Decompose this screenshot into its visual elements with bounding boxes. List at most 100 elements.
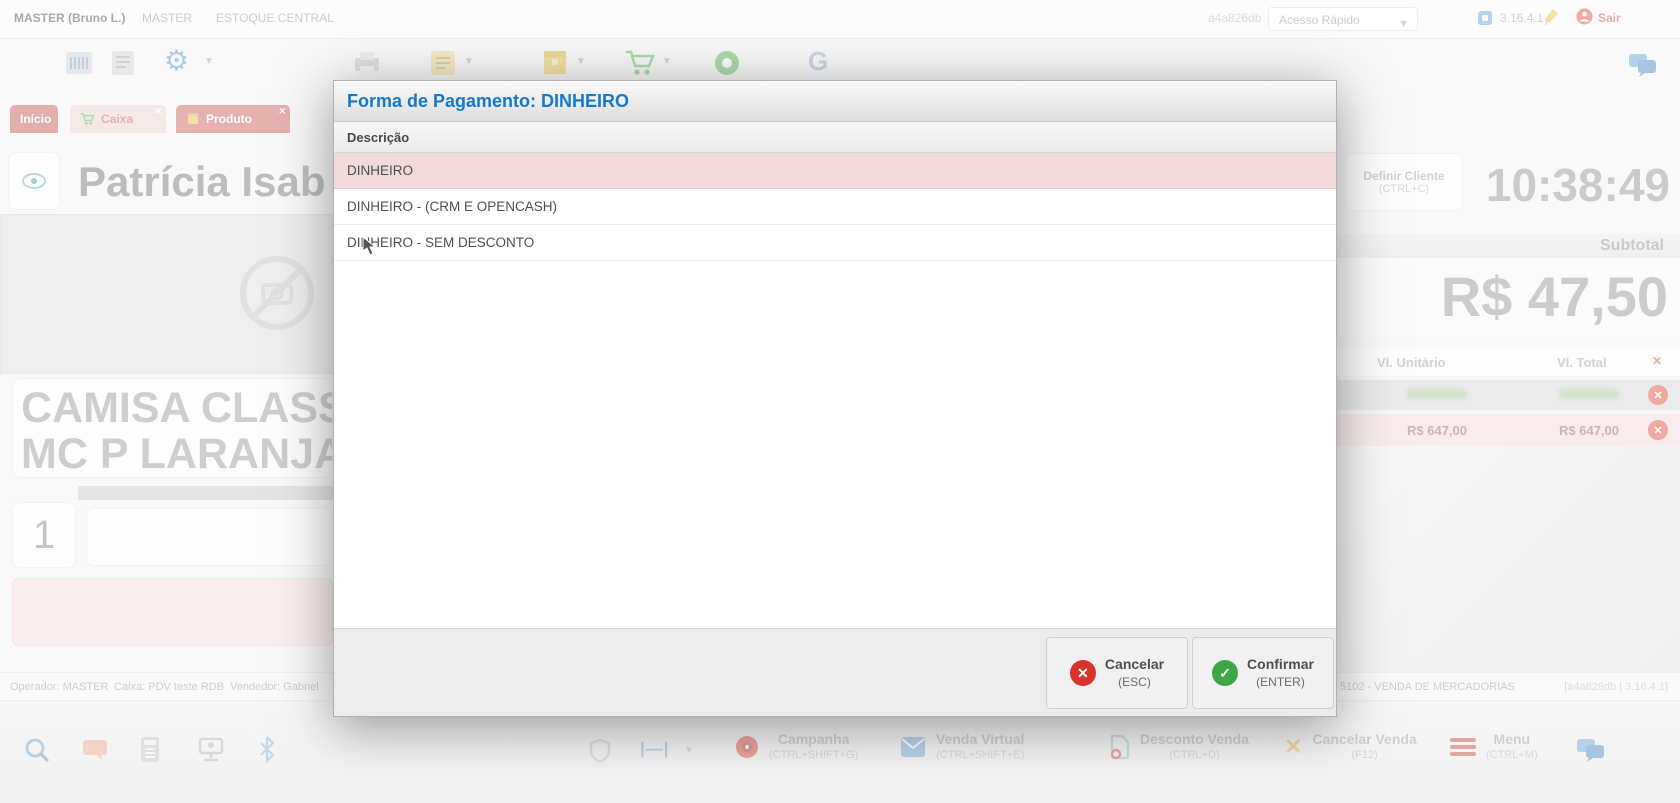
package-icon <box>186 112 200 126</box>
status-register: Caixa: PDV teste RDB <box>114 681 224 693</box>
close-icon[interactable]: ✕ <box>154 106 162 117</box>
sale-discount-label: Desconto Venda <box>1140 731 1249 747</box>
product-image-placeholder <box>0 214 333 374</box>
total-price: R$ 647,00 <box>1559 423 1619 438</box>
status-operation: 5102 - VENDA DE MERCADORIAS <box>1340 681 1515 693</box>
top-bar: MASTER (Bruno L.) MASTER ESTOQUE CENTRAL… <box>0 0 1680 39</box>
payment-method-dialog: Forma de Pagamento: DINHEIRO Descrição D… <box>333 80 1337 717</box>
payment-option-dinheiro-sem-desconto[interactable]: DINHEIRO - SEM DESCONTO <box>334 225 1336 261</box>
quick-access-placeholder: Acesso Rápido <box>1279 13 1360 27</box>
clock: 10:38:49 <box>1470 158 1670 212</box>
cancel-shortcut: (ESC) <box>1118 675 1151 689</box>
items-header: Vl. Unitário Vl. Total ✕ <box>1337 348 1680 377</box>
chevron-down-icon[interactable]: ▼ <box>576 56 586 67</box>
menu-button[interactable]: Menu (CTRL+M) <box>1450 731 1538 763</box>
message-icon[interactable] <box>82 739 108 761</box>
status-operator: Operador: MASTER <box>10 681 108 693</box>
ruler-range-icon[interactable]: |—| <box>640 739 670 759</box>
chat-icon[interactable] <box>1628 52 1658 78</box>
close-icon[interactable]: ✕ <box>278 106 286 117</box>
profile-name: MASTER <box>142 11 192 25</box>
virtual-sale-icon <box>900 736 926 758</box>
close-icon[interactable]: ✕ <box>1652 354 1662 368</box>
cancel-x-icon: ✕ <box>1070 660 1096 686</box>
tab-inicio[interactable]: Início <box>10 105 58 133</box>
cart-icon[interactable] <box>624 48 656 78</box>
search-icon[interactable] <box>24 737 50 763</box>
chevron-down-icon[interactable]: ▼ <box>662 56 672 67</box>
cancel-label: Cancelar <box>1105 656 1164 672</box>
chat-icon[interactable] <box>1576 737 1606 763</box>
list-icon[interactable] <box>428 48 458 78</box>
confirm-check-icon: ✓ <box>1212 660 1238 686</box>
calculator-icon[interactable] <box>140 736 160 763</box>
logged-user: MASTER (Bruno L.) <box>14 11 125 25</box>
remove-item-icon[interactable]: ✕ <box>1648 385 1668 405</box>
product-name-box: CAMISA CLASS MC P LARANJA <box>12 378 333 478</box>
campaign-button[interactable]: Campanha (CTRL+SHIFT+G) <box>735 731 858 763</box>
chevron-down-icon[interactable]: ▼ <box>464 56 474 67</box>
define-client-label: Definir Cliente <box>1363 169 1444 183</box>
quick-access-dropdown[interactable]: Acesso Rápido ▼ <box>1268 7 1418 31</box>
toggle-view-button[interactable] <box>8 152 60 210</box>
session-id: a4a826db <box>1208 11 1261 25</box>
payment-option-dinheiro[interactable]: DINHEIRO <box>334 153 1336 189</box>
virtual-sale-label: Venda Virtual <box>936 731 1024 747</box>
col-total: Vl. Total <box>1557 355 1607 370</box>
description-column-header: Descrição <box>334 122 1336 153</box>
package-icon[interactable] <box>540 48 570 78</box>
quantity-field[interactable]: 1 <box>12 502 76 568</box>
menu-label: Menu <box>1486 731 1538 747</box>
confirm-button[interactable]: ✓ Confirmar (ENTER) <box>1192 637 1334 709</box>
receipt-icon[interactable] <box>108 48 138 78</box>
side-image <box>1337 446 1680 672</box>
define-client-button[interactable]: Definir Cliente (CTRL+C) <box>1345 153 1463 211</box>
barcode-input[interactable] <box>86 508 333 566</box>
payment-value-box <box>12 578 333 646</box>
subtotal-label: Subtotal <box>1600 237 1664 255</box>
tab-label: Início <box>20 112 51 126</box>
campaign-shortcut: (CTRL+SHIFT+G) <box>769 747 858 763</box>
green-circle-icon[interactable] <box>712 48 742 78</box>
status-seller: Vendedor: Gabriel <box>230 681 319 693</box>
stock-location: ESTOQUE CENTRAL <box>216 11 334 25</box>
cancel-sale-button[interactable]: ✕ Cancelar Venda (F12) <box>1284 731 1417 763</box>
mouse-cursor <box>362 236 376 256</box>
obscured-value <box>1407 389 1467 399</box>
virtual-sale-button[interactable]: Venda Virtual (CTRL+SHIFT+E) <box>900 731 1024 763</box>
logout-icon <box>1576 8 1593 25</box>
subtotal-strip: Subtotal <box>1337 234 1680 258</box>
confirm-label: Confirmar <box>1247 656 1314 672</box>
menu-shortcut: (CTRL+M) <box>1486 747 1538 763</box>
cancel-sale-shortcut: (F12) <box>1312 747 1416 763</box>
logout-button[interactable]: Sair <box>1598 11 1621 25</box>
remove-item-icon[interactable]: ✕ <box>1648 420 1668 440</box>
workstation-icon[interactable] <box>198 737 224 762</box>
settings-gear-icon[interactable]: ⚙ <box>164 44 189 77</box>
col-unit-price: Vl. Unitário <box>1377 355 1446 370</box>
bluetooth-icon[interactable] <box>258 735 276 763</box>
google-icon[interactable]: G <box>808 46 828 77</box>
subtotal-value: R$ 47,50 <box>1441 264 1668 329</box>
barcode-icon[interactable] <box>64 48 94 78</box>
chevron-down-icon[interactable]: ▼ <box>684 745 694 756</box>
shield-icon[interactable] <box>590 739 610 763</box>
tab-produto[interactable]: Produto ✕ <box>176 105 290 133</box>
payment-option-dinheiro-crm-opencash[interactable]: DINHEIRO - (CRM E OPENCASH) <box>334 189 1336 225</box>
campaign-label: Campanha <box>769 731 858 747</box>
obscured-value <box>1559 389 1619 399</box>
product-name-line1: CAMISA CLASS <box>21 385 332 431</box>
chevron-down-icon[interactable]: ▼ <box>204 56 214 67</box>
product-name-line2: MC P LARANJA <box>21 431 332 477</box>
chevron-down-icon: ▼ <box>1398 12 1409 36</box>
define-client-shortcut: (CTRL+C) <box>1379 183 1429 195</box>
printer-icon[interactable] <box>352 50 382 78</box>
brush-icon[interactable] <box>1543 8 1559 26</box>
campaign-icon <box>735 735 759 759</box>
tab-caixa[interactable]: Caixa ✕ <box>70 105 166 133</box>
cancel-button[interactable]: ✕ Cancelar (ESC) <box>1046 637 1188 709</box>
item-row[interactable]: ✕ <box>1337 380 1680 410</box>
app-version: 3.16.4.1 <box>1500 11 1543 25</box>
item-row[interactable]: R$ 647,00 R$ 647,00 ✕ <box>1337 414 1680 446</box>
sale-discount-button[interactable]: Desconto Venda (CTRL+D) <box>1108 731 1249 763</box>
